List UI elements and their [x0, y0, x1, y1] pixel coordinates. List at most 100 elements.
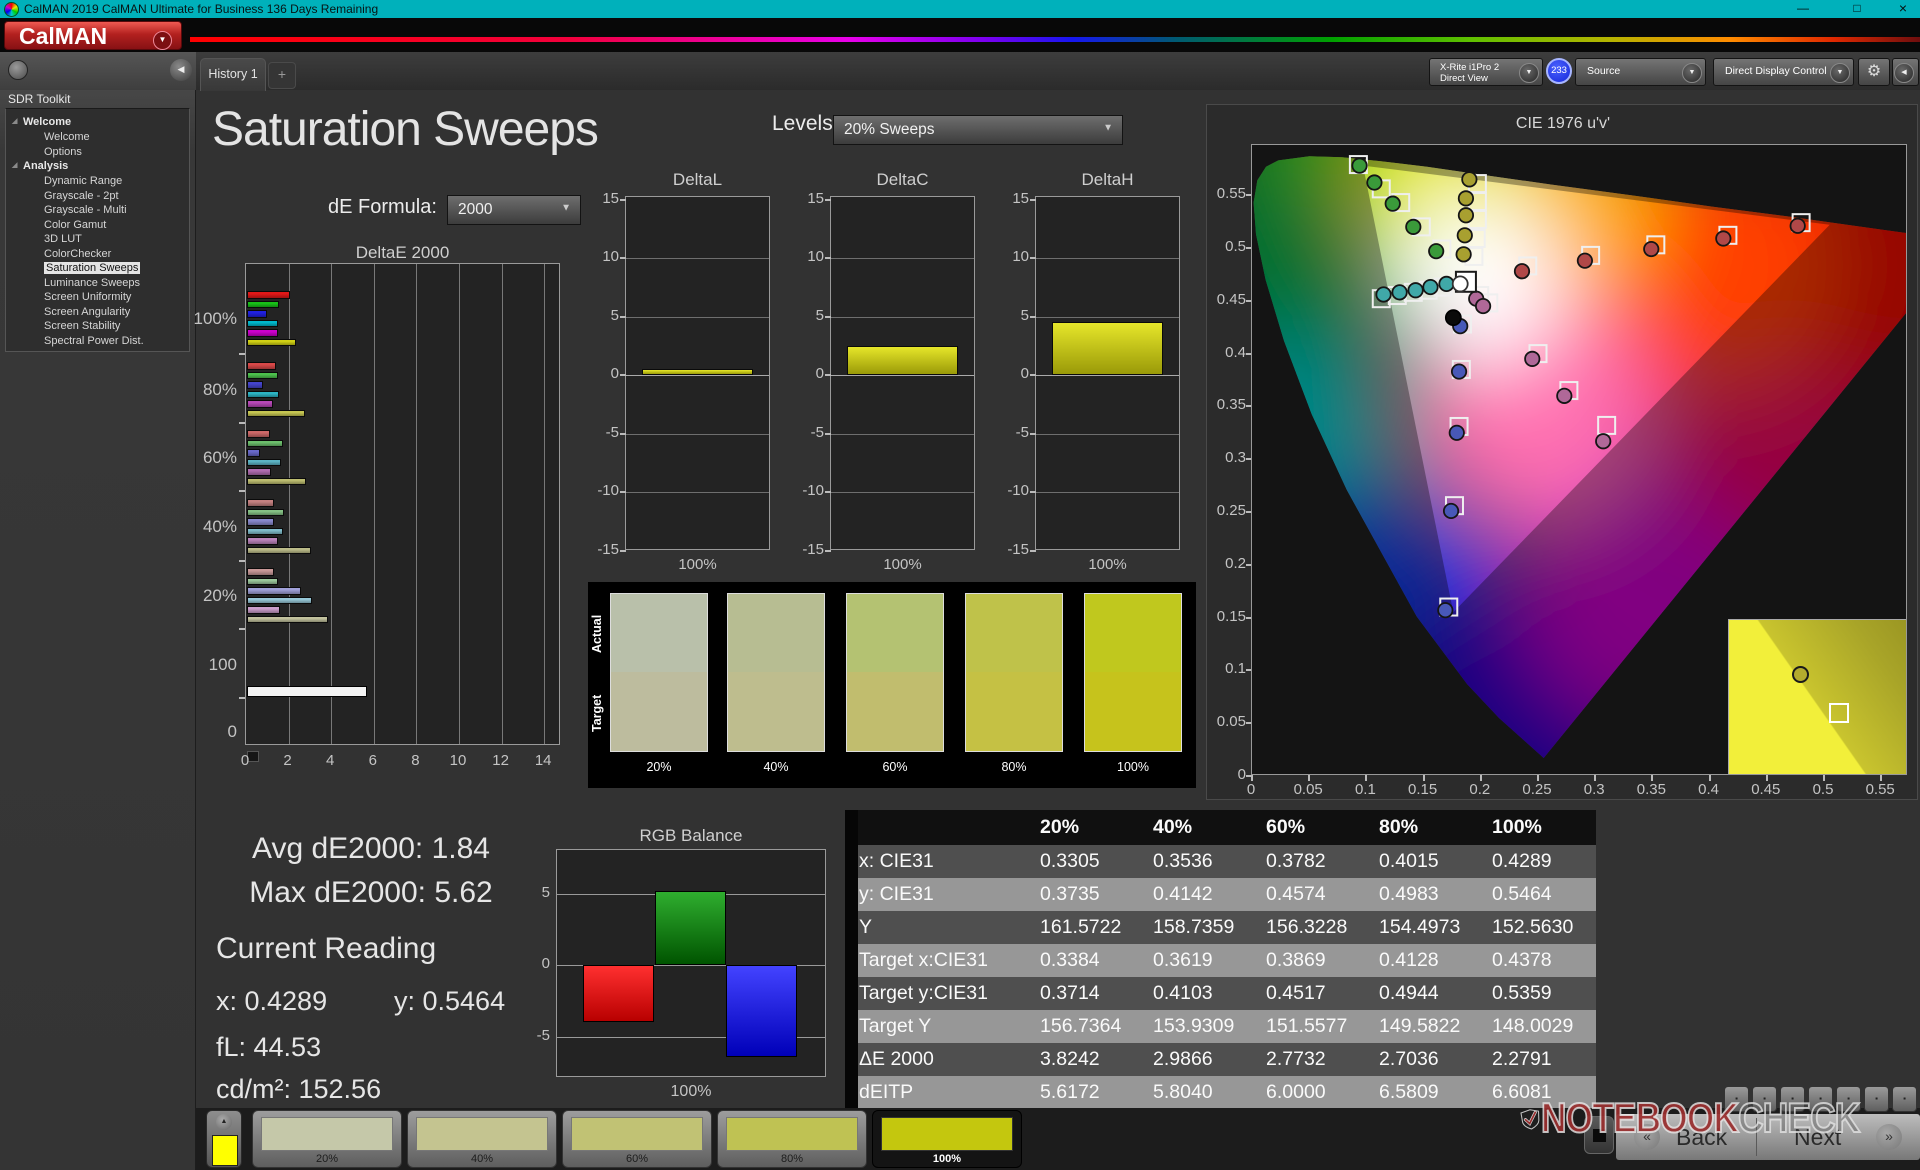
cie-measured-green [1351, 157, 1368, 174]
column-header-20: 20% [1040, 816, 1080, 838]
x-tick-label: 2 [283, 752, 292, 769]
sidebar-item-screen-uniformity[interactable]: Screen Uniformity [6, 290, 189, 305]
patch-button-80[interactable]: 80% [717, 1110, 867, 1168]
sidebar-item-color-gamut[interactable]: Color Gamut [6, 218, 189, 233]
transport-button-6[interactable]: ▪ [1864, 1086, 1889, 1112]
y-tick-label: 0.1 [1225, 660, 1246, 678]
transport-button-7[interactable]: ▪ [1892, 1086, 1917, 1112]
cell-value: 153.9309 [1153, 1015, 1235, 1037]
sidebar-item-colorchecker[interactable]: ColorChecker [6, 247, 189, 262]
sidebar-section-analysis[interactable]: ◢ Analysis [6, 159, 189, 174]
y-tick-label: 0 [610, 365, 619, 382]
source-dropdown[interactable]: Source ▼ [1575, 58, 1706, 86]
transport-button-5[interactable]: ▪ [1836, 1086, 1861, 1112]
y-tick-label: -5 [1015, 423, 1029, 441]
meter-name: X-Rite i1Pro 2 [1440, 62, 1500, 73]
transport-button-1[interactable]: ▪ [1724, 1086, 1749, 1112]
sidebar-item-options[interactable]: Options [6, 145, 189, 160]
patch-button-20[interactable]: 20% [252, 1110, 402, 1168]
transport-button-3[interactable]: ▪ [1780, 1086, 1805, 1112]
actual-swatch [846, 593, 944, 672]
meter-dropdown[interactable]: X-Rite i1Pro 2 Direct View ▼ [1429, 58, 1543, 86]
de-bar-100-cyan [247, 319, 278, 327]
transport-button-4[interactable]: ▪ [1808, 1086, 1833, 1112]
window-title: CalMAN 2019 CalMAN Ultimate for Business… [24, 2, 379, 16]
sidebar-section-welcome[interactable]: ◢ Welcome [6, 115, 189, 130]
swatch-pair-40 [727, 593, 825, 752]
axis-tick [1880, 775, 1883, 781]
de-bar-20-green [247, 577, 278, 585]
chevron-up-icon: ▲ [216, 1114, 232, 1130]
stop-button[interactable] [1584, 1116, 1614, 1154]
sidebar-item-dynamic-range[interactable]: Dynamic Range [6, 174, 189, 189]
row-label: ΔE 2000 [859, 1048, 934, 1070]
display-control-dropdown[interactable]: Direct Display Control ▼ [1713, 58, 1854, 86]
table-row-y: Y 161.5722 158.7359 156.3228 154.4973 152.563… [845, 911, 1596, 944]
cell-value: 6.6081 [1492, 1081, 1552, 1103]
gridline [831, 375, 974, 376]
calman-logo-menu[interactable]: CalMAN ▼ [4, 21, 182, 50]
gear-icon[interactable]: ⚙ [1858, 58, 1890, 86]
patch-button-40[interactable]: 40% [407, 1110, 557, 1168]
transport-button-2[interactable]: ▪ [1752, 1086, 1777, 1112]
sidebar-collapse-button[interactable]: ◀ [170, 59, 192, 81]
gridline [1036, 492, 1179, 493]
patch-button-label: 100% [932, 1153, 962, 1165]
tree-expander-icon[interactable]: ◢ [12, 117, 17, 125]
gridline [831, 492, 974, 493]
restore-icon[interactable]: □ [1840, 0, 1874, 18]
de-formula-dropdown[interactable]: 2000 ▼ [447, 195, 581, 225]
cell-value: 0.5464 [1492, 883, 1552, 905]
sidebar-item-spectral-power-dist[interactable]: Spectral Power Dist. [6, 334, 189, 349]
patch-button-60[interactable]: 60% [562, 1110, 712, 1168]
x-tick-label: 0.45 [1751, 781, 1781, 798]
row-label: dEITP [859, 1081, 914, 1103]
chevron-down-icon[interactable]: ▼ [1830, 63, 1850, 83]
add-tab-button[interactable]: + [268, 62, 296, 89]
sidebar-header-strip [0, 52, 196, 90]
cell-value: 152.5630 [1492, 916, 1574, 938]
panel-collapse-right-button[interactable]: ◀ [1892, 58, 1919, 86]
sidebar-item-screen-stability[interactable]: Screen Stability [6, 319, 189, 334]
back-button[interactable]: « Back [1620, 1116, 1756, 1158]
axis-tick [825, 315, 831, 318]
tree-expander-icon[interactable]: ◢ [12, 161, 17, 169]
workflow-status-icon[interactable] [8, 60, 28, 80]
sidebar-item-screen-angularity[interactable]: Screen Angularity [6, 305, 189, 320]
cell-value: 0.4015 [1379, 850, 1439, 872]
deltac-title: DeltaC [876, 170, 929, 189]
cell-value: 148.0029 [1492, 1015, 1574, 1037]
cie-measured-cyan [1422, 278, 1439, 296]
swatch-pair-100 [1084, 593, 1182, 752]
deltal-title: DeltaL [672, 170, 723, 189]
sidebar-item-grayscale-multi[interactable]: Grayscale - Multi [6, 203, 189, 218]
chevron-down-icon: ▼ [561, 202, 571, 214]
cell-value: 5.6172 [1040, 1081, 1100, 1103]
sidebar-item-welcome[interactable]: Welcome [6, 130, 189, 145]
cie-measured-magenta [1474, 297, 1492, 315]
logo-dropdown-icon[interactable]: ▼ [153, 31, 172, 50]
de-bar-100-magenta [247, 329, 278, 337]
patch-button-100[interactable]: 100% [872, 1110, 1022, 1168]
levels-dropdown[interactable]: 20% Sweeps ▼ [833, 115, 1123, 145]
row-label: Y [859, 916, 873, 938]
swatch-pair-80 [965, 593, 1063, 752]
rgb-bar-green [654, 890, 726, 965]
minimize-icon[interactable]: — [1786, 0, 1820, 18]
current-x: x: 0.4289 [216, 986, 328, 1016]
sidebar-item-3d-lut[interactable]: 3D LUT [6, 232, 189, 247]
x-tick-label: 0.15 [1407, 781, 1438, 798]
sidebar-item-saturation-sweeps[interactable]: Saturation Sweeps [6, 261, 189, 276]
patch-popup-button[interactable]: ▲ [206, 1110, 242, 1168]
group-label: 60% [202, 448, 237, 467]
sidebar-item-grayscale-2pt[interactable]: Grayscale - 2pt [6, 189, 189, 204]
tab-history-1[interactable]: History 1 [200, 58, 266, 91]
chevron-down-icon[interactable]: ▼ [1682, 63, 1702, 83]
sidebar-item-luminance-sweeps[interactable]: Luminance Sweeps [6, 276, 189, 291]
next-button[interactable]: Next » [1758, 1116, 1916, 1158]
meter-count-badge[interactable]: 233 [1546, 58, 1572, 84]
chevron-down-icon[interactable]: ▼ [1519, 63, 1539, 83]
close-icon[interactable]: × [1886, 0, 1920, 18]
cie-white-measured [1451, 275, 1469, 293]
de-bar-100 [247, 686, 367, 697]
